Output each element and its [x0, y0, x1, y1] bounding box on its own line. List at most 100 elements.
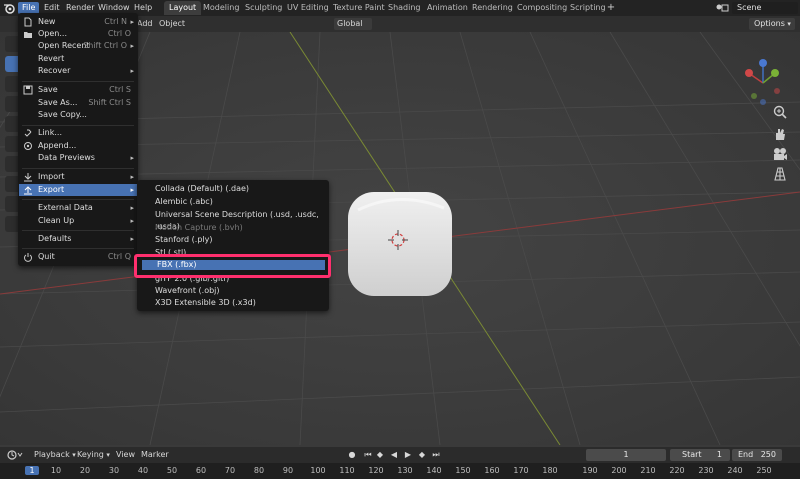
jump-start-button[interactable]: ⏮ [362, 449, 374, 461]
play-reverse-button[interactable]: ◀ [388, 449, 400, 461]
tab-compositing[interactable]: Compositing [512, 1, 572, 15]
menu-item-recover[interactable]: Recover ▸ [19, 65, 137, 77]
tab-shading[interactable]: Shading [383, 1, 426, 15]
menu-separator [22, 168, 134, 169]
frame-tick: 180 [542, 466, 558, 475]
export-obj[interactable]: Wavefront (.obj) [155, 285, 220, 297]
menu-item-append[interactable]: Append... [19, 140, 137, 152]
power-icon [24, 253, 32, 262]
menu-separator [22, 125, 134, 126]
frame-tick: 150 [455, 466, 471, 475]
pan-hand-icon[interactable] [772, 126, 788, 142]
prev-keyframe-button[interactable]: ◆ [374, 449, 386, 461]
frame-tick: 80 [253, 466, 265, 475]
fbx-callout-frame [134, 254, 331, 278]
export-icon [24, 186, 32, 195]
tab-animation[interactable]: Animation [422, 1, 473, 15]
menu-item-save-copy[interactable]: Save Copy... [19, 109, 137, 121]
export-usd[interactable]: Universal Scene Description (.usd, .usdc… [155, 209, 329, 231]
editor-type-icon[interactable] [6, 449, 24, 461]
scene-name-field[interactable]: Scene [732, 2, 798, 14]
frame-tick: 20 [79, 466, 91, 475]
menu-item-new[interactable]: New Ctrl N ▸ [19, 16, 137, 28]
playback-menu[interactable]: Playback ▾ [34, 449, 76, 461]
menu-item-clean-up[interactable]: Clean Up ▸ [19, 215, 137, 227]
menu-item-open[interactable]: Open... Ctrl O [19, 28, 137, 40]
tab-rendering[interactable]: Rendering [467, 1, 518, 15]
tab-modeling[interactable]: Modeling [198, 1, 244, 15]
frame-tick: 200 [611, 466, 627, 475]
append-icon [24, 142, 32, 150]
zoom-icon[interactable] [772, 104, 788, 120]
tab-texture-paint[interactable]: Texture Paint [328, 1, 390, 15]
frame-tick: 130 [397, 466, 413, 475]
menu-item-open-recent[interactable]: Open Recent Shift Ctrl O ▸ [19, 40, 137, 52]
view-menu[interactable]: View [116, 449, 135, 461]
frame-tick: 40 [137, 466, 149, 475]
menu-item-import[interactable]: Import ▸ [19, 171, 137, 183]
keying-menu[interactable]: Keying ▾ [77, 449, 110, 461]
new-file-icon [24, 17, 32, 27]
frame-tick: 50 [166, 466, 178, 475]
menu-item-save[interactable]: Save Ctrl S [19, 84, 137, 96]
navigation-gizmo[interactable] [738, 58, 788, 108]
menu-separator [22, 81, 134, 82]
camera-view-icon[interactable] [772, 146, 788, 162]
frame-tick: 190 [582, 466, 598, 475]
object-menu[interactable]: Object [156, 18, 188, 30]
3d-cursor-icon [388, 230, 408, 250]
export-submenu: Collada (Default) (.dae) Alembic (.abc) … [137, 180, 329, 311]
current-frame-field[interactable]: 1 [586, 449, 666, 461]
export-alembic[interactable]: Alembic (.abc) [155, 196, 213, 208]
tab-layout[interactable]: Layout [164, 1, 202, 15]
frame-tick: 170 [513, 466, 529, 475]
menu-item-save-as[interactable]: Save As... Shift Ctrl S [19, 97, 137, 109]
orientation-dropdown[interactable]: Global [334, 18, 372, 30]
add-workspace-button[interactable]: + [604, 1, 618, 15]
frame-tick: 250 [756, 466, 772, 475]
tab-uv-editing[interactable]: UV Editing [282, 1, 334, 15]
timeline-ruler[interactable]: 1 10 20 30 40 50 60 70 80 90 100 110 120… [0, 463, 800, 479]
perspective-grid-icon[interactable] [772, 166, 788, 182]
import-icon [24, 173, 32, 182]
next-keyframe-button[interactable]: ◆ [416, 449, 428, 461]
jump-end-button[interactable]: ⏭ [430, 449, 442, 461]
file-menu: New Ctrl N ▸ Open... Ctrl O Open Recent Shif… [18, 13, 138, 266]
menu-item-external-data[interactable]: External Data ▸ [19, 202, 137, 214]
play-button[interactable]: ▶ [402, 449, 414, 461]
export-ply[interactable]: Stanford (.ply) [155, 234, 213, 246]
record-button[interactable]: ● [346, 449, 358, 461]
start-frame-field[interactable]: Start 1 [670, 449, 730, 461]
frame-tick: 30 [108, 466, 120, 475]
menu-item-quit[interactable]: Quit Ctrl Q [19, 251, 137, 263]
options-dropdown[interactable]: Options ▾ [749, 18, 795, 30]
export-x3d[interactable]: X3D Extensible 3D (.x3d) [155, 297, 256, 309]
frame-tick: 120 [368, 466, 384, 475]
frame-tick: 100 [310, 466, 326, 475]
link-icon [24, 129, 32, 137]
blender-logo-icon[interactable] [3, 2, 16, 14]
menu-item-link[interactable]: Link... [19, 127, 137, 139]
frame-tick: 110 [339, 466, 355, 475]
frame-tick: 10 [50, 466, 62, 475]
frame-tick: 70 [224, 466, 236, 475]
menu-separator [22, 230, 134, 231]
scene-icon[interactable] [714, 2, 730, 14]
frame-tick-current[interactable]: 1 [25, 466, 39, 475]
save-icon [23, 85, 33, 95]
frame-tick: 220 [669, 466, 685, 475]
menu-item-export[interactable]: Export ▸ [19, 184, 137, 196]
marker-menu[interactable]: Marker [141, 449, 169, 461]
menu-item-defaults[interactable]: Defaults ▸ [19, 233, 137, 245]
frame-tick: 140 [426, 466, 442, 475]
tab-sculpting[interactable]: Sculpting [240, 1, 287, 15]
frame-tick: 160 [484, 466, 500, 475]
frame-tick: 60 [195, 466, 207, 475]
end-frame-field[interactable]: End 250 [732, 449, 782, 461]
export-bvh[interactable]: Motion Capture (.bvh) [155, 222, 243, 234]
menu-item-data-previews[interactable]: Data Previews ▸ [19, 152, 137, 164]
menu-separator [22, 248, 134, 249]
frame-tick: 90 [282, 466, 294, 475]
menu-item-revert[interactable]: Revert [19, 53, 137, 65]
export-collada[interactable]: Collada (Default) (.dae) [155, 183, 249, 195]
